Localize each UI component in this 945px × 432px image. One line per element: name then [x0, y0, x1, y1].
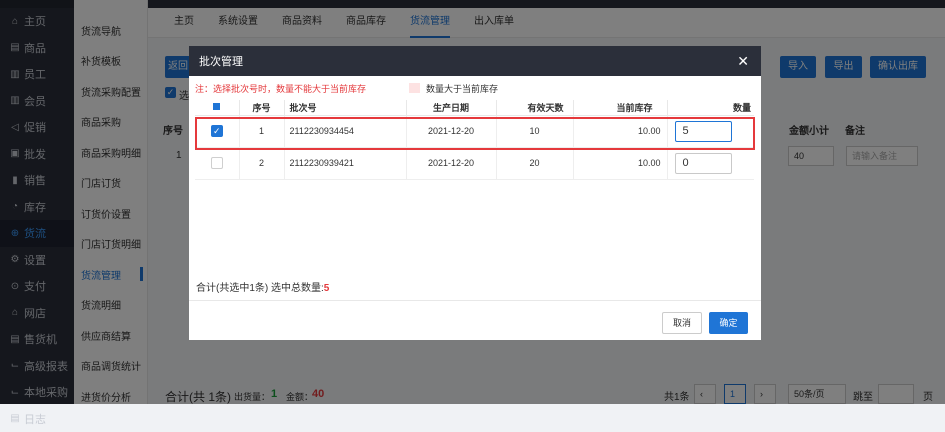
row-stock: 10.00 [573, 115, 667, 147]
qty-input[interactable]: 5 [675, 121, 732, 142]
col-qty: 数量 [667, 100, 754, 115]
row-seq: 2 [239, 147, 284, 179]
cancel-button[interactable]: 取消 [662, 312, 702, 334]
col-batch: 批次号 [284, 100, 406, 115]
summary-prefix: 合计(共选中1条) 选中总数量: [196, 283, 324, 294]
row-seq: 1 [239, 115, 284, 147]
col-days: 有效天数 [496, 100, 573, 115]
row-qty-cell: 0 [667, 147, 754, 179]
select-all-cell[interactable] [195, 100, 239, 115]
modal-title: 批次管理 [199, 53, 243, 69]
row-days: 10 [496, 115, 573, 147]
legend-swatch [409, 83, 420, 93]
qty-input[interactable]: 0 [675, 153, 732, 174]
row-checkbox[interactable]: ✓ [211, 125, 223, 137]
row-date: 2021-12-20 [406, 115, 496, 147]
row-select-cell[interactable] [195, 147, 239, 179]
row-select-cell[interactable]: ✓ [195, 115, 239, 147]
log-icon: ▤ [9, 413, 21, 424]
ok-button[interactable]: 确定 [709, 312, 748, 334]
row-batch: 2112230939421 [284, 147, 406, 179]
close-icon[interactable]: ✕ [737, 53, 749, 70]
row-days: 20 [496, 147, 573, 179]
col-date: 生产日期 [406, 100, 496, 115]
modal-footer: 取消 确定 [189, 300, 761, 340]
nav-item[interactable]: ▤日志 [0, 406, 74, 432]
row-stock: 10.00 [573, 147, 667, 179]
col-seq: 序号 [239, 100, 284, 115]
row-date: 2021-12-20 [406, 147, 496, 179]
modal-header: 批次管理 ✕ [189, 46, 761, 76]
col-stock: 当前库存 [573, 100, 667, 115]
summary-total: 5 [324, 283, 330, 294]
legend-text: 数量大于当前库存 [426, 82, 498, 95]
table-row[interactable]: ✓ 1 2112230934454 2021-12-20 10 10.00 5 [195, 115, 754, 147]
batch-table: 序号 批次号 生产日期 有效天数 当前库存 数量 ✓ 1 21122309344… [195, 100, 754, 180]
select-all-checkbox[interactable] [213, 103, 220, 110]
modal-note: 注：选择批次号时，数量不能大于当前库存 数量大于当前库存 [189, 80, 761, 96]
batch-modal: 批次管理 ✕ 注：选择批次号时，数量不能大于当前库存 数量大于当前库存 序号 批… [189, 46, 761, 340]
note-text: 注：选择批次号时，数量不能大于当前库存 [195, 82, 366, 95]
table-row[interactable]: 2 2112230939421 2021-12-20 20 10.00 0 [195, 147, 754, 179]
row-qty-cell: 5 [667, 115, 754, 147]
row-batch: 2112230934454 [284, 115, 406, 147]
selection-summary: 合计(共选中1条) 选中总数量:5 [196, 279, 329, 294]
row-checkbox[interactable] [211, 157, 223, 169]
nav-item-label: 日志 [24, 411, 46, 427]
table-header-row: 序号 批次号 生产日期 有效天数 当前库存 数量 [195, 100, 754, 115]
